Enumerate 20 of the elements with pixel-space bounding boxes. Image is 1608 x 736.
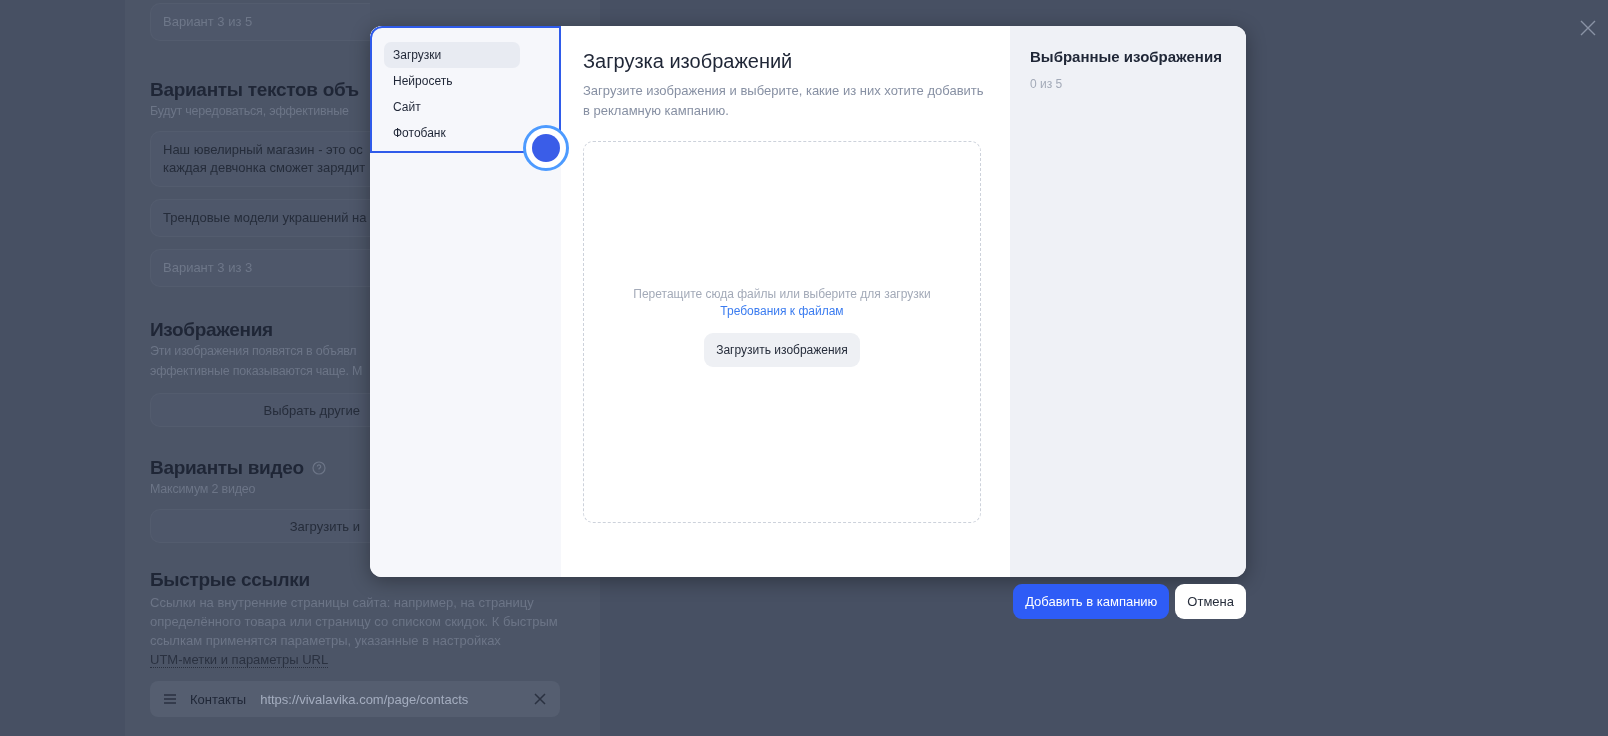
dropzone-hint: Перетащите сюда файлы или выберите для загрузки — [633, 287, 931, 301]
link-name: Контакты — [190, 691, 247, 707]
drag-handle-icon[interactable] — [164, 694, 176, 704]
panel-title: Выбранные изображения — [1030, 48, 1223, 65]
close-icon[interactable] — [534, 693, 546, 705]
sidebar-item[interactable]: Фотобанк — [384, 120, 520, 146]
dialog-title: Загрузка изображений — [583, 50, 794, 73]
link-url: https://vivalavika.com/page/contacts — [260, 691, 470, 707]
upload-button[interactable]: Загрузить изображения — [704, 333, 860, 367]
sidebar-item[interactable]: Загрузки — [384, 42, 520, 68]
help-icon[interactable] — [311, 461, 326, 475]
add-button[interactable]: Добавить в кампанию — [1013, 584, 1170, 619]
requirements-link[interactable]: Требования к файлам — [720, 304, 844, 318]
sidebar-item[interactable]: Сайт — [384, 94, 520, 120]
dialog-subtitle: Загрузите изображения и выберите, какие из них хотите добавить в рекламную кампанию. — [583, 82, 985, 120]
close-icon[interactable] — [1580, 20, 1596, 36]
cancel-button[interactable]: Отмена — [1175, 584, 1246, 619]
sidebar-item[interactable]: Нейросеть — [384, 68, 520, 94]
selected-count: 0 из 5 — [1030, 77, 1064, 91]
dropzone[interactable]: Перетащите сюда файлы или выберите для загрузки Требования к файлам Загрузить изображения — [583, 141, 981, 523]
